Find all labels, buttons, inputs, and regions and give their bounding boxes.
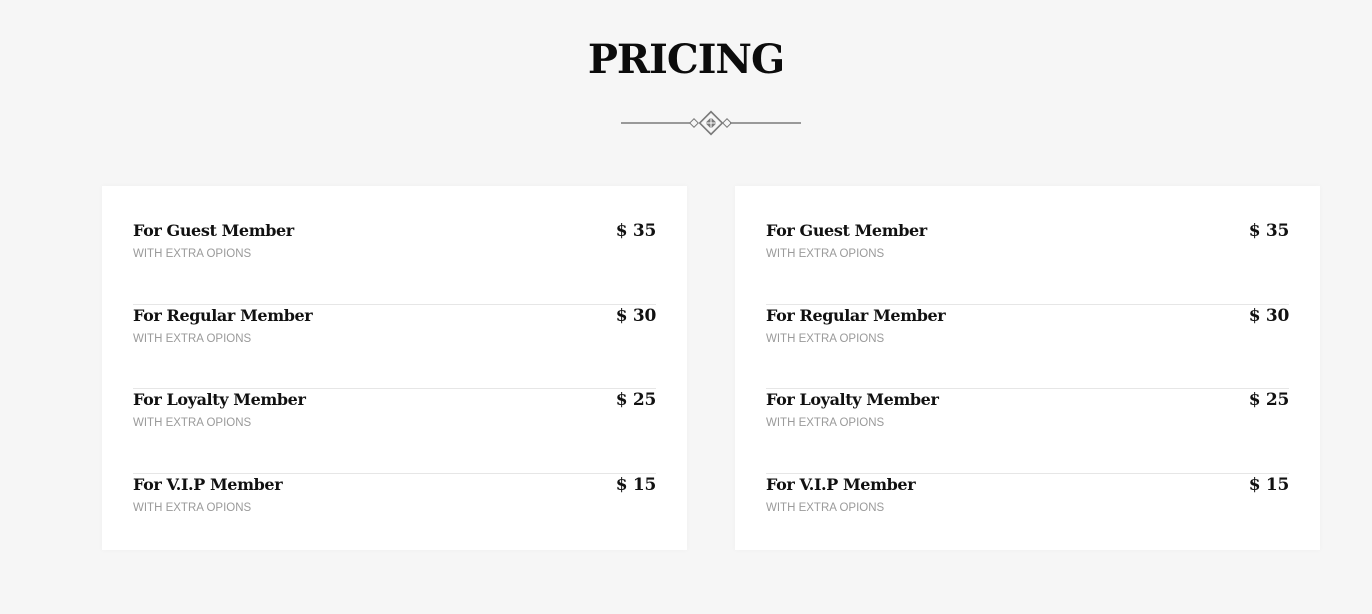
pricing-list: For Guest Member WITH EXTRA OPIONS $ 35 … [133, 220, 656, 558]
item-price: $ 35 [615, 221, 657, 241]
pricing-item-regular: For Regular Member WITH EXTRA OPIONS $ 3… [133, 305, 657, 389]
item-name: For V.I.P Member [766, 474, 916, 494]
item-name: For Guest Member [766, 221, 927, 240]
item-subtitle: WITH EXTRA OPIONS [133, 248, 252, 260]
pricing-item-regular: For Regular Member WITH EXTRA OPIONS $ 3… [766, 305, 1290, 389]
item-subtitle: WITH EXTRA OPIONS [766, 417, 885, 429]
item-price: $ 25 [615, 390, 657, 410]
item-subtitle: WITH EXTRA OPIONS [766, 248, 885, 260]
item-name: For Regular Member [766, 305, 946, 325]
item-subtitle: WITH EXTRA OPIONS [133, 501, 252, 514]
item-name: For Regular Member [133, 305, 313, 325]
item-price: $ 30 [1248, 305, 1290, 326]
item-price: $ 30 [615, 305, 657, 326]
page-title: PRICING [587, 36, 785, 83]
item-subtitle: WITH EXTRA OPIONS [133, 417, 252, 429]
item-price: $ 35 [1248, 221, 1290, 241]
item-name: For V.I.P Member [133, 474, 283, 494]
pricing-item-loyalty: For Loyalty Member WITH EXTRA OPIONS $ 2… [133, 389, 656, 474]
pricing-item-loyalty: For Loyalty Member WITH EXTRA OPIONS $ 2… [766, 389, 1289, 474]
item-name: For Guest Member [133, 221, 294, 240]
pricing-item-vip: For V.I.P Member WITH EXTRA OPIONS $ 15 [766, 474, 1289, 559]
pricing-card-right: For Guest Member WITH EXTRA OPIONS $ 35 … [735, 186, 1320, 550]
pricing-item-vip: For V.I.P Member WITH EXTRA OPIONS $ 15 [133, 474, 656, 559]
item-price: $ 15 [615, 474, 657, 495]
pricing-item-guest: For Guest Member WITH EXTRA OPIONS $ 35 [133, 220, 656, 305]
item-subtitle: WITH EXTRA OPIONS [766, 332, 885, 345]
item-name: For Loyalty Member [766, 390, 939, 409]
item-subtitle: WITH EXTRA OPIONS [133, 332, 252, 345]
pricing-card-left: For Guest Member WITH EXTRA OPIONS $ 35 … [102, 186, 687, 550]
pricing-item-guest: For Guest Member WITH EXTRA OPIONS $ 35 [766, 220, 1289, 305]
item-name: For Loyalty Member [133, 390, 306, 409]
pricing-list: For Guest Member WITH EXTRA OPIONS $ 35 … [766, 220, 1289, 558]
item-price: $ 25 [1248, 390, 1290, 410]
item-subtitle: WITH EXTRA OPIONS [766, 501, 885, 514]
diamond-ornament-icon [621, 110, 801, 136]
item-price: $ 15 [1248, 474, 1290, 495]
